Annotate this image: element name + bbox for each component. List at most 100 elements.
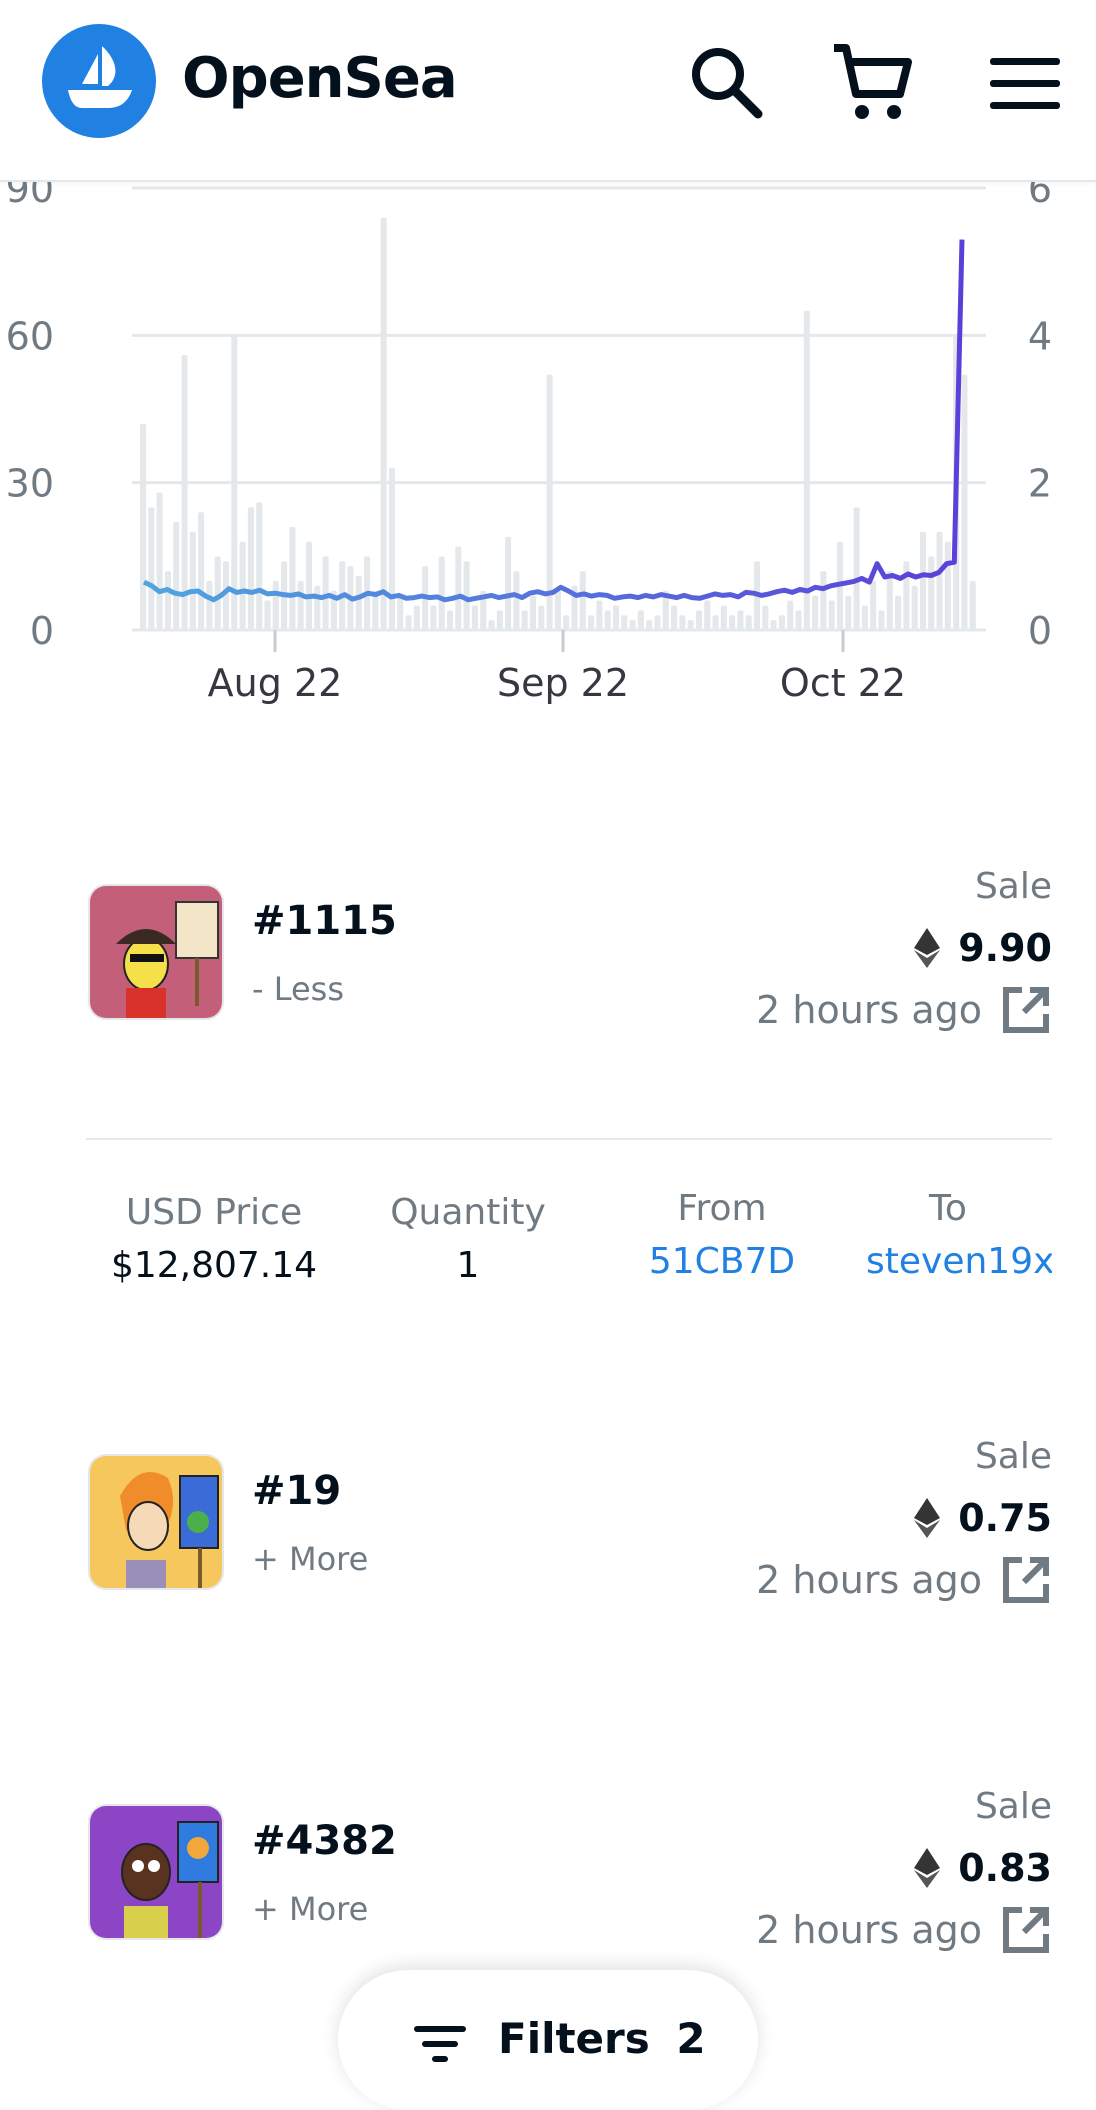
event-type: Sale: [974, 1786, 1052, 1827]
volume-bar: [637, 610, 644, 630]
volume-bar: [729, 615, 736, 630]
volume-bar: [704, 600, 711, 630]
volume-bar: [554, 590, 561, 630]
volume-bar: [612, 605, 620, 630]
toggle-details[interactable]: + More: [252, 1890, 368, 1928]
volume-bar: [936, 531, 943, 630]
volume-bar: [778, 615, 785, 630]
time-ago[interactable]: 2 hours ago: [756, 1558, 982, 1602]
filters-button[interactable]: Filters 2: [338, 1970, 758, 2110]
nft-title[interactable]: #19: [252, 1468, 341, 1514]
volume-bar: [563, 615, 570, 630]
volume-bar: [206, 580, 213, 630]
toggle-details[interactable]: - Less: [252, 970, 344, 1008]
volume-bar: [621, 615, 628, 630]
from-label: From: [677, 1188, 767, 1229]
usd-price-label: USD Price: [125, 1192, 303, 1233]
search-icon[interactable]: [680, 38, 770, 128]
activity-row[interactable]: #19 + More Sale 0.75 2 hours ago: [88, 1436, 1052, 1603]
volume-bar: [272, 580, 279, 630]
sale-price: 9.90: [914, 926, 1052, 970]
volume-bar: [397, 595, 404, 630]
volume-bar: [297, 580, 304, 630]
price-value: 0.83: [958, 1846, 1052, 1890]
volume-bar: [189, 531, 196, 630]
volume-bar: [588, 615, 595, 630]
event-time[interactable]: 2 hours ago: [756, 984, 1052, 1036]
volume-bar: [679, 615, 686, 630]
from-address-link[interactable]: 51CB7D: [622, 1241, 822, 1282]
volume-bar: [305, 541, 313, 630]
quantity-value: 1: [456, 1245, 480, 1286]
volume-bar: [845, 595, 852, 630]
volume-bar: [322, 556, 329, 630]
volume-bar: [455, 546, 462, 630]
volume-bar: [654, 615, 661, 630]
x-axis-tick: Oct 22: [780, 661, 906, 705]
activity-row[interactable]: #1115 - Less Sale 9.90 2 hours ago: [88, 866, 1052, 1033]
event-time[interactable]: 2 hours ago: [756, 1904, 1052, 1956]
menu-icon[interactable]: [978, 38, 1068, 128]
volume-bar: [156, 492, 163, 630]
toggle-details[interactable]: + More: [252, 1540, 368, 1578]
volume-bar: [148, 507, 155, 630]
left-axis-tick: 0: [30, 609, 54, 653]
to-block: To steven19x: [866, 1188, 1052, 1282]
nft-thumbnail[interactable]: [88, 884, 224, 1020]
external-link-icon[interactable]: [1000, 1554, 1052, 1606]
volume-bar: [256, 502, 263, 630]
volume-bar: [596, 600, 603, 630]
volume-bar: [289, 526, 296, 630]
right-axis-tick: 2: [1028, 462, 1052, 506]
event-type: Sale: [974, 1436, 1052, 1477]
volume-bar: [521, 610, 528, 630]
time-ago[interactable]: 2 hours ago: [756, 988, 982, 1032]
filters-count: 2: [676, 2014, 706, 2063]
event-time[interactable]: 2 hours ago: [756, 1554, 1052, 1606]
volume-bar: [695, 610, 702, 630]
volume-bar: [720, 605, 727, 630]
volume-bar: [239, 541, 246, 630]
time-ago[interactable]: 2 hours ago: [756, 1908, 982, 1952]
volume-bar: [405, 615, 412, 630]
x-axis-tick: Sep 22: [497, 661, 629, 705]
volume-bar: [944, 541, 951, 630]
volume-bar: [928, 556, 935, 630]
external-link-icon[interactable]: [1000, 984, 1052, 1036]
volume-bar: [231, 335, 238, 630]
volume-bar: [247, 507, 254, 630]
left-axis-tick: 60: [6, 314, 54, 358]
volume-bar: [671, 605, 678, 630]
nft-thumbnail[interactable]: [88, 1454, 224, 1590]
volume-bar: [538, 605, 545, 630]
volume-bar: [413, 605, 420, 630]
volume-bar: [737, 610, 744, 630]
external-link-icon[interactable]: [1000, 1904, 1052, 1956]
volume-bar: [919, 531, 927, 630]
volume-bar: [446, 610, 454, 630]
cart-icon[interactable]: [828, 38, 918, 128]
volume-bar: [820, 571, 827, 630]
volume-bar: [164, 571, 171, 630]
price-volume-chart: 0 0 30 2 60 4 90 6 Aug 22 Sep 22 Oct 22: [6, 180, 1052, 705]
volume-bar: [787, 600, 794, 630]
volume-bar: [853, 507, 860, 630]
brand-name[interactable]: OpenSea: [182, 46, 458, 111]
volume-bar: [861, 605, 868, 630]
volume-bar: [505, 536, 512, 630]
volume-bar: [380, 217, 387, 630]
nft-title[interactable]: #1115: [252, 898, 397, 944]
volume-bar: [803, 310, 810, 630]
volume-bar: [828, 600, 835, 630]
activity-row[interactable]: #4382 + More Sale 0.83 2 hours ago: [88, 1786, 1052, 1953]
volume-bar: [496, 610, 503, 630]
usd-price-block: USD Price $12,807.14: [96, 1192, 332, 1286]
to-address-link[interactable]: steven19x: [866, 1241, 1052, 1282]
usd-price-value: $12,807.14: [110, 1245, 318, 1286]
ethereum-icon: [914, 1498, 941, 1538]
nft-thumbnail[interactable]: [88, 1804, 224, 1940]
nft-title[interactable]: #4382: [252, 1818, 397, 1864]
volume-bar: [355, 575, 362, 630]
opensea-logo-icon[interactable]: [42, 24, 156, 138]
volume-bar: [604, 610, 611, 630]
